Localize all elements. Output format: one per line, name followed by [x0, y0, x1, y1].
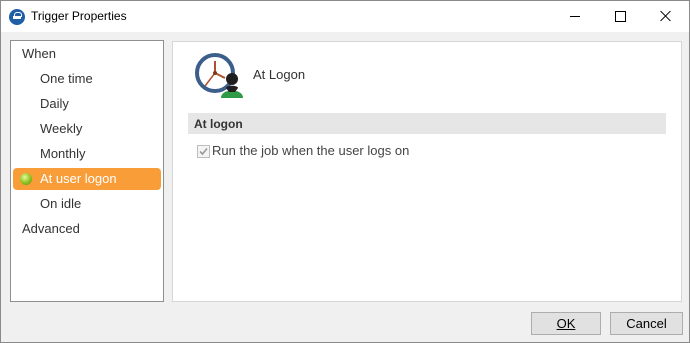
close-icon: [660, 10, 672, 22]
run-on-logon-label[interactable]: Run the job when the user logs on: [212, 143, 409, 158]
nav-item-advanced[interactable]: Advanced: [22, 218, 152, 240]
window-title: Trigger Properties: [31, 9, 127, 23]
ok-button-label: OK: [556, 316, 576, 331]
minimize-icon: [570, 16, 580, 17]
clock-user-icon: [195, 53, 243, 98]
nav-item-label: At user logon: [40, 171, 117, 186]
trigger-type-nav: When One time Daily Weekly Monthly At us…: [10, 40, 164, 302]
checkmark-icon: [199, 147, 208, 156]
trigger-details-panel: At Logon At logon Run the job when the u…: [172, 41, 682, 302]
run-on-logon-checkbox[interactable]: [197, 145, 210, 158]
nav-item-daily[interactable]: Daily: [40, 93, 150, 115]
selected-bullet-icon: [20, 173, 32, 185]
minimize-button[interactable]: [551, 1, 597, 32]
cancel-button[interactable]: Cancel: [610, 312, 683, 335]
nav-item-when[interactable]: When: [22, 43, 152, 65]
nav-item-weekly[interactable]: Weekly: [40, 118, 150, 140]
cancel-button-label: Cancel: [626, 316, 667, 331]
nav-item-monthly[interactable]: Monthly: [40, 143, 150, 165]
task-icon: [9, 9, 25, 25]
maximize-icon: [615, 11, 626, 22]
nav-item-one-time[interactable]: One time: [40, 68, 150, 90]
maximize-button[interactable]: [597, 1, 643, 32]
group-title: At logon: [194, 117, 243, 131]
ok-button[interactable]: OK: [531, 312, 601, 335]
title-bar: Trigger Properties: [1, 1, 689, 32]
group-header: At logon: [188, 113, 666, 134]
nav-item-on-idle[interactable]: On idle: [40, 193, 150, 215]
trigger-heading: At Logon: [253, 67, 306, 82]
nav-item-at-user-logon[interactable]: At user logon: [13, 168, 161, 190]
close-button[interactable]: [643, 1, 689, 32]
trigger-properties-window: Trigger Properties When One time Daily W…: [0, 0, 690, 343]
